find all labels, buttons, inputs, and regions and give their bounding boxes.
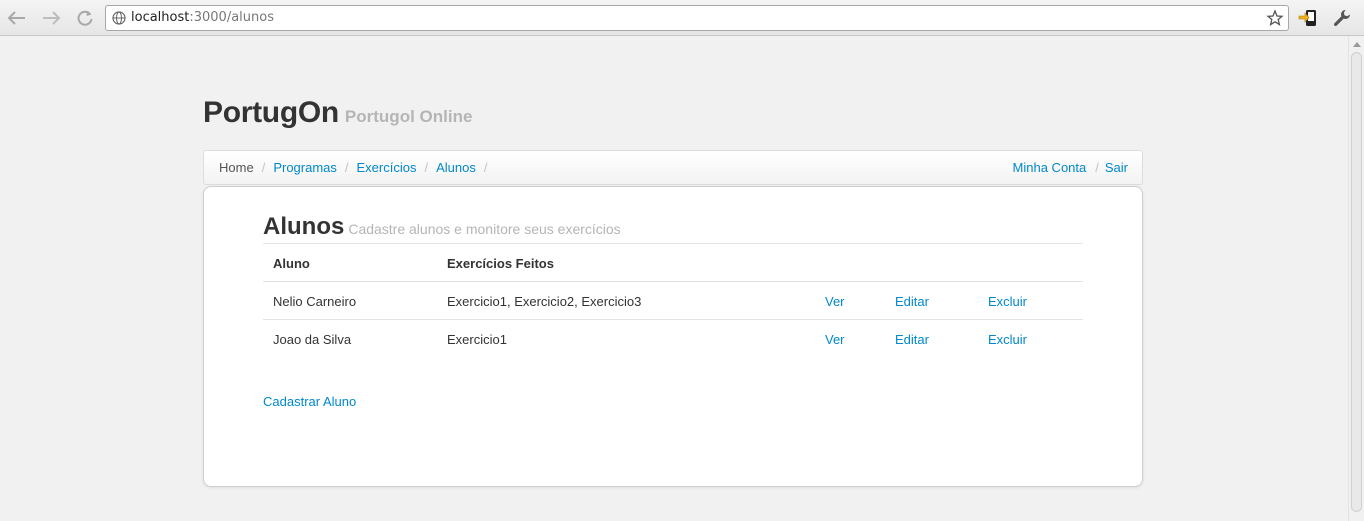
students-table: Aluno Exercícios Feitos Nelio Carneiro E…: [263, 244, 1083, 358]
breadcrumb-separator: /: [261, 160, 266, 175]
scroll-up-arrow-icon[interactable]: [1353, 42, 1361, 47]
browser-toolbar: localhost:3000/alunos: [0, 0, 1364, 36]
address-bar[interactable]: localhost:3000/alunos: [105, 5, 1289, 31]
vertical-scrollbar[interactable]: [1348, 36, 1364, 521]
breadcrumb-separator: /: [344, 160, 349, 175]
view-link[interactable]: Ver: [825, 294, 845, 309]
add-student-link[interactable]: Cadastrar Aluno: [263, 394, 356, 409]
page-header: Alunos Cadastre alunos e monitore seus ex…: [263, 213, 1083, 244]
table-row: Joao da Silva Exercicio1 Ver Editar Excl…: [263, 320, 1083, 358]
bookmark-star-icon[interactable]: [1266, 9, 1284, 27]
breadcrumb-home[interactable]: Home: [219, 160, 254, 175]
table-header-row: Aluno Exercícios Feitos: [263, 244, 1083, 282]
brand-header: PortugOn Portugol Online: [203, 96, 472, 130]
forward-icon[interactable]: [38, 5, 64, 31]
extension-icon[interactable]: [1298, 8, 1318, 28]
breadcrumb-separator: /: [424, 160, 429, 175]
column-header-exercicios: Exercícios Feitos: [447, 256, 554, 271]
page-title: Alunos: [263, 213, 345, 240]
breadcrumb-separator: /: [1095, 160, 1099, 175]
student-exercises: Exercicio1, Exercicio2, Exercicio3: [447, 294, 642, 309]
reload-icon[interactable]: [72, 5, 98, 31]
brand-subtitle: Portugol Online: [344, 107, 473, 126]
student-name: Nelio Carneiro: [273, 294, 357, 309]
url-path: :3000/alunos: [189, 10, 274, 25]
delete-link[interactable]: Excluir: [988, 332, 1027, 347]
breadcrumb-exercicios[interactable]: Exercícios: [357, 160, 417, 175]
url-text: localhost:3000/alunos: [131, 10, 274, 25]
breadcrumb-right: Minha Conta / Sair: [1013, 160, 1128, 175]
student-exercises: Exercicio1: [447, 332, 507, 347]
back-icon[interactable]: [4, 5, 30, 31]
view-link[interactable]: Ver: [825, 332, 845, 347]
brand-title[interactable]: PortugOn: [203, 96, 339, 129]
column-header-aluno: Aluno: [273, 256, 310, 271]
globe-icon: [112, 11, 126, 25]
breadcrumb: Home / Programas / Exercícios / Alunos / Minha …: [203, 150, 1143, 185]
edit-link[interactable]: Editar: [895, 294, 929, 309]
my-account-link[interactable]: Minha Conta: [1013, 160, 1087, 175]
breadcrumb-separator: /: [483, 160, 488, 175]
edit-link[interactable]: Editar: [895, 332, 929, 347]
table-row: Nelio Carneiro Exercicio1, Exercicio2, E…: [263, 282, 1083, 320]
breadcrumb-left: Home / Programas / Exercícios / Alunos /: [219, 160, 495, 175]
url-host: localhost: [131, 10, 190, 25]
student-name: Joao da Silva: [273, 332, 352, 347]
scroll-thumb[interactable]: [1351, 52, 1362, 512]
breadcrumb-programas[interactable]: Programas: [273, 160, 337, 175]
logout-link[interactable]: Sair: [1105, 160, 1128, 175]
breadcrumb-alunos[interactable]: Alunos: [436, 160, 476, 175]
delete-link[interactable]: Excluir: [988, 294, 1027, 309]
page-subtitle: Cadastre alunos e monitore seus exercíci…: [348, 221, 621, 237]
content-panel: Alunos Cadastre alunos e monitore seus ex…: [203, 186, 1143, 487]
wrench-icon[interactable]: [1332, 8, 1352, 28]
